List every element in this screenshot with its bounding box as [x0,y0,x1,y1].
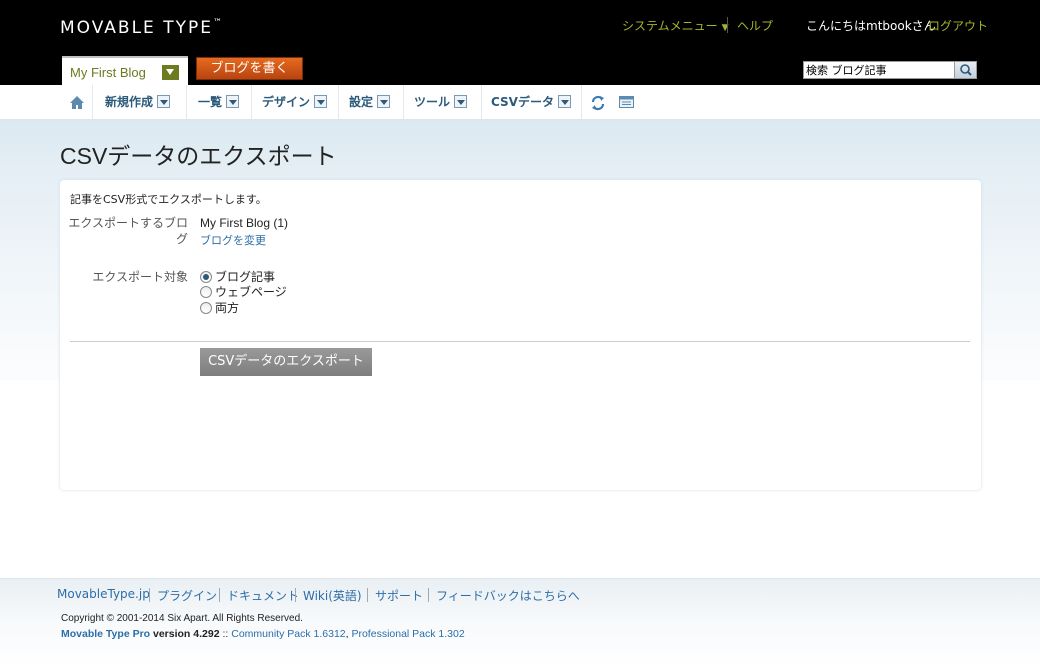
chevron-down-icon[interactable] [314,95,328,108]
chevron-down-icon[interactable] [157,95,171,108]
version-text: version 4.292 [153,628,220,640]
movable-type-logo[interactable]: MOVABLE TYPE™ [60,18,222,38]
nav-csv-data[interactable]: CSVデータ [491,85,571,120]
footer-divider [219,588,220,602]
page-title: CSVデータのエクスポート [60,143,337,169]
footer-link-docs[interactable]: ドキュメント [227,587,299,604]
dashboard-home-link[interactable] [68,85,86,120]
search-icon [960,64,972,76]
logo-trademark: ™ [212,18,222,28]
professional-pack-link[interactable]: Professional Pack 1.302 [351,628,464,640]
radio-label-both: 両方 [215,301,240,315]
radio-option-both[interactable]: 両方 [200,299,239,315]
intro-text: 記事をCSV形式でエクスポートします。 [70,193,267,206]
radio-option-pages[interactable]: ウェブページ [200,283,287,299]
nav-list[interactable]: 一覧 [198,85,240,120]
system-menu-link[interactable]: システムメニュー ▼ [622,17,729,34]
blog-selector[interactable]: My First Blog [62,56,188,86]
product-link[interactable]: Movable Type Pro [61,628,150,640]
radio-button[interactable] [200,285,212,298]
csv-export-button[interactable]: CSVデータのエクスポート [200,348,372,376]
nav-divider [338,85,339,120]
footer-divider [149,588,150,602]
nav-divider [481,85,482,120]
nav-new-label: 新規作成 [105,95,154,109]
radio-label-entries: ブログ記事 [215,270,276,284]
search-button[interactable] [954,62,976,78]
nav-list-label: 一覧 [198,95,223,109]
version-separator: :: [222,628,229,640]
footer-link-movabletype-jp[interactable]: MovableType.jp [57,587,150,601]
nav-tools-label: ツール [414,95,451,109]
user-greeting: こんにちはmtbookさん [806,19,936,33]
pack-comma: , [345,628,349,640]
change-blog-link[interactable]: ブログを変更 [200,232,266,248]
nav-new[interactable]: 新規作成 [105,85,171,120]
nav-settings-label: 設定 [349,95,374,109]
radio-label-pages: ウェブページ [215,285,287,299]
nav-design-label: デザイン [262,95,311,109]
chevron-down-icon[interactable] [454,95,468,108]
logo-text: MOVABLE TYPE [60,18,213,38]
nav-divider [92,85,93,120]
logout-link[interactable]: ログアウト [928,17,988,34]
write-entry-button[interactable]: ブログを書く [196,57,303,80]
export-blog-value: My First Blog (1) [200,216,289,230]
nav-divider [251,85,252,120]
export-form-panel [60,180,981,490]
radio-button-checked[interactable] [200,270,212,283]
system-menu-label: システムメニュー [622,19,718,33]
home-icon [70,96,84,109]
nav-design[interactable]: デザイン [262,85,328,120]
nav-divider [581,85,582,120]
nav-divider [403,85,404,120]
view-site-icon [619,96,634,108]
nav-divider [186,85,187,120]
header-divider [727,17,728,33]
radio-button[interactable] [200,301,212,314]
nav-tools[interactable]: ツール [414,85,468,120]
main-nav: 新規作成 一覧 デザイン 設定 ツール CSVデータ [0,85,1040,120]
community-pack-link[interactable]: Community Pack 1.6312 [231,628,345,640]
chevron-down-icon[interactable] [557,95,571,108]
view-site-button[interactable] [618,85,636,120]
version-info: Movable Type Pro version 4.292 :: Commun… [61,628,465,640]
footer-divider [428,588,429,602]
chevron-down-icon[interactable] [377,95,391,108]
footer-link-plugins[interactable]: プラグイン [157,587,217,604]
help-link[interactable]: ヘルプ [737,17,773,34]
footer-link-support[interactable]: サポート [375,587,423,604]
footer-link-feedback[interactable]: フィードバックはこちらへ [436,587,580,604]
nav-csv-data-label: CSVデータ [491,95,554,109]
chevron-down-icon[interactable] [226,95,240,108]
search-box [803,61,977,79]
copyright-text: Copyright © 2001-2014 Six Apart. All Rig… [61,613,303,624]
refresh-icon [591,95,605,111]
footer-divider [367,588,368,602]
export-blog-label-line2: グ [175,232,188,246]
rebuild-button[interactable] [589,85,607,120]
export-blog-label-line1: エクスポートするブロ [68,216,188,230]
blog-selector-label: My First Blog [70,65,146,80]
export-target-label: エクスポート対象 [92,270,188,284]
footer-divider [295,588,296,602]
radio-option-entries[interactable]: ブログ記事 [200,268,275,284]
blog-selector-dropdown-icon[interactable] [162,65,179,80]
export-blog-label: エクスポートするブロ グ [66,215,188,247]
footer-link-wiki[interactable]: Wiki(英語) [303,587,362,604]
form-divider [70,341,970,342]
search-input[interactable] [804,62,954,78]
nav-settings[interactable]: 設定 [349,85,391,120]
